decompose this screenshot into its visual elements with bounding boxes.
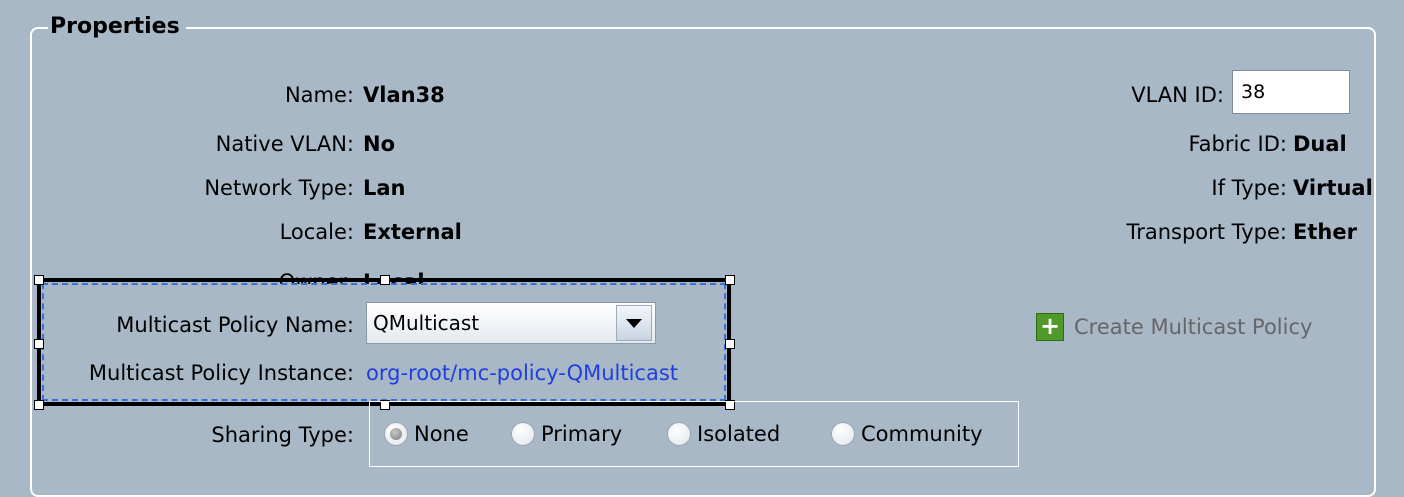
vlan-id-label: VLAN ID: bbox=[1131, 83, 1224, 107]
native-vlan-value: No bbox=[363, 132, 396, 156]
name-value: Vlan38 bbox=[363, 83, 445, 107]
create-multicast-policy-link[interactable]: + Create Multicast Policy bbox=[1036, 313, 1312, 341]
sharing-option-label: Primary bbox=[541, 422, 623, 446]
sharing-type-radio-group: None Primary Isolated Community bbox=[369, 401, 1019, 467]
sharing-option-label: Community bbox=[861, 422, 983, 446]
sharing-type-label: Sharing Type: bbox=[211, 423, 354, 447]
network-type-label: Network Type: bbox=[204, 176, 354, 200]
chevron-down-icon bbox=[626, 318, 642, 328]
sharing-option-label: Isolated bbox=[697, 422, 781, 446]
resize-handle[interactable] bbox=[380, 275, 390, 285]
resize-handle[interactable] bbox=[34, 275, 44, 285]
native-vlan-label: Native VLAN: bbox=[215, 132, 354, 156]
if-type-value: Virtual bbox=[1293, 176, 1373, 200]
radio-unchecked-icon bbox=[511, 422, 535, 446]
panel-title: Properties bbox=[48, 14, 186, 39]
dropdown-arrow-button[interactable] bbox=[616, 305, 652, 341]
transport-type-label: Transport Type: bbox=[1126, 220, 1287, 244]
fabric-id-label: Fabric ID: bbox=[1188, 132, 1287, 156]
multicast-policy-selected-value: QMulticast bbox=[373, 311, 480, 335]
transport-type-value: Ether bbox=[1293, 220, 1357, 244]
radio-unchecked-icon bbox=[831, 422, 855, 446]
network-type-value: Lan bbox=[363, 176, 406, 200]
resize-handle[interactable] bbox=[34, 400, 44, 410]
sharing-type-none-radio[interactable]: None bbox=[384, 422, 469, 446]
multicast-policy-name-label: Multicast Policy Name: bbox=[116, 313, 354, 337]
resize-handle[interactable] bbox=[34, 339, 44, 349]
multicast-policy-select[interactable]: QMulticast bbox=[366, 302, 656, 344]
radio-checked-icon bbox=[384, 422, 408, 446]
resize-handle[interactable] bbox=[725, 275, 735, 285]
plus-icon: + bbox=[1036, 313, 1064, 341]
vlan-id-input[interactable] bbox=[1232, 70, 1350, 114]
locale-value: External bbox=[363, 220, 462, 244]
name-label: Name: bbox=[284, 83, 354, 107]
sharing-type-community-radio[interactable]: Community bbox=[831, 422, 983, 446]
sharing-option-label: None bbox=[414, 422, 469, 446]
resize-handle[interactable] bbox=[725, 339, 735, 349]
sharing-type-isolated-radio[interactable]: Isolated bbox=[667, 422, 780, 446]
fabric-id-value: Dual bbox=[1293, 132, 1347, 156]
if-type-label: If Type: bbox=[1211, 176, 1287, 200]
sharing-type-primary-radio[interactable]: Primary bbox=[511, 422, 622, 446]
locale-label: Locale: bbox=[279, 220, 354, 244]
create-multicast-policy-label: Create Multicast Policy bbox=[1074, 315, 1313, 339]
multicast-policy-instance-label: Multicast Policy Instance: bbox=[88, 361, 354, 385]
multicast-policy-instance-link[interactable]: org-root/mc-policy-QMulticast bbox=[366, 361, 678, 385]
radio-unchecked-icon bbox=[667, 422, 691, 446]
